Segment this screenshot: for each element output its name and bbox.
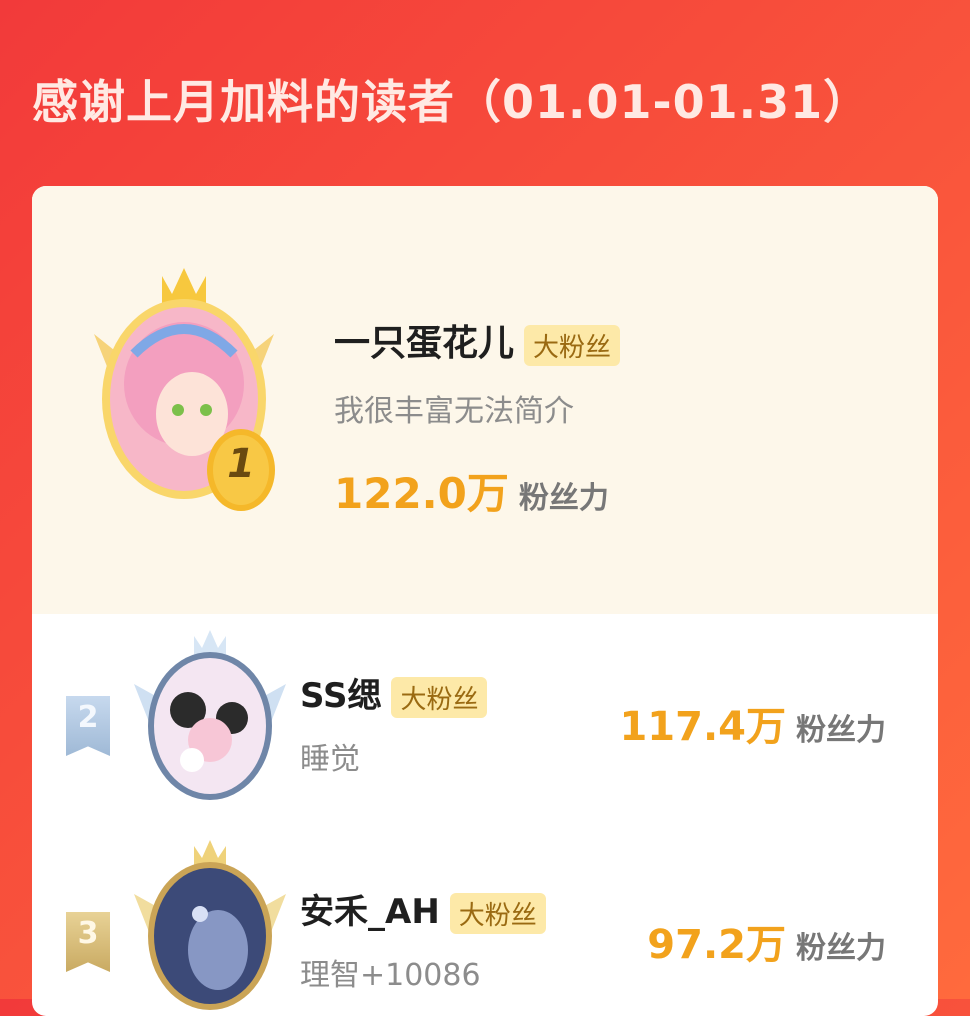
top-reader-panel[interactable]: 1 一只蛋花儿 大粉丝 我很丰富无法简介 122.0万 粉丝力 bbox=[32, 186, 938, 614]
avatar-frame-bronze[interactable] bbox=[130, 840, 290, 1016]
fan-power: 97.2万 粉丝力 bbox=[647, 912, 886, 970]
reader-bio: 睡觉 bbox=[300, 742, 360, 777]
reader-row[interactable]: 3 安禾_AH 大粉丝 理智+10086 97.2万 粉丝力 bbox=[32, 840, 938, 1010]
page-title: 感谢上月加料的读者（01.01-01.31） bbox=[32, 75, 871, 129]
fan-power: 122.0万 粉丝力 bbox=[334, 460, 609, 521]
fan-level-badge: 大粉丝 bbox=[449, 893, 546, 934]
reader-ranking-card: 1 一只蛋花儿 大粉丝 我很丰富无法简介 122.0万 粉丝力 2 SS缌 大粉… bbox=[32, 186, 938, 1016]
reader-name[interactable]: SS缌 大粉丝 bbox=[300, 668, 488, 718]
reader-bio: 理智+10086 bbox=[300, 958, 481, 993]
fan-power: 117.4万 粉丝力 bbox=[619, 694, 886, 752]
reader-name-text: 安禾_AH bbox=[300, 892, 440, 932]
reader-bio: 我很丰富无法简介 bbox=[334, 394, 574, 429]
fan-power-unit: 粉丝力 bbox=[796, 713, 886, 748]
rank-3-badge: 3 bbox=[66, 912, 110, 972]
avatar-frame-silver[interactable] bbox=[130, 630, 290, 806]
fan-power-unit: 粉丝力 bbox=[518, 481, 609, 516]
crown-wings-icon bbox=[134, 840, 286, 1010]
rank-1-medal: 1 bbox=[205, 427, 277, 513]
fan-power-value: 97.2万 bbox=[647, 922, 786, 968]
fan-level-badge: 大粉丝 bbox=[524, 324, 621, 366]
fan-power-value: 117.4万 bbox=[619, 704, 786, 750]
crown-wings-icon bbox=[134, 630, 286, 800]
rank-number: 3 bbox=[77, 916, 99, 951]
reader-name[interactable]: 安禾_AH 大粉丝 bbox=[300, 884, 546, 934]
reader-name-text: SS缌 bbox=[300, 676, 382, 716]
reader-name-text: 一只蛋花儿 bbox=[334, 323, 515, 364]
reader-row[interactable]: 2 SS缌 大粉丝 睡觉 117.4万 粉丝力 bbox=[32, 626, 938, 806]
rank-2-badge: 2 bbox=[66, 696, 110, 756]
reader-name[interactable]: 一只蛋花儿 大粉丝 bbox=[334, 314, 621, 366]
rank-number: 2 bbox=[77, 700, 99, 735]
rank-1-number: 1 bbox=[227, 441, 255, 487]
fan-power-unit: 粉丝力 bbox=[796, 931, 886, 966]
fan-power-value: 122.0万 bbox=[334, 469, 509, 518]
fan-level-badge: 大粉丝 bbox=[391, 677, 488, 718]
